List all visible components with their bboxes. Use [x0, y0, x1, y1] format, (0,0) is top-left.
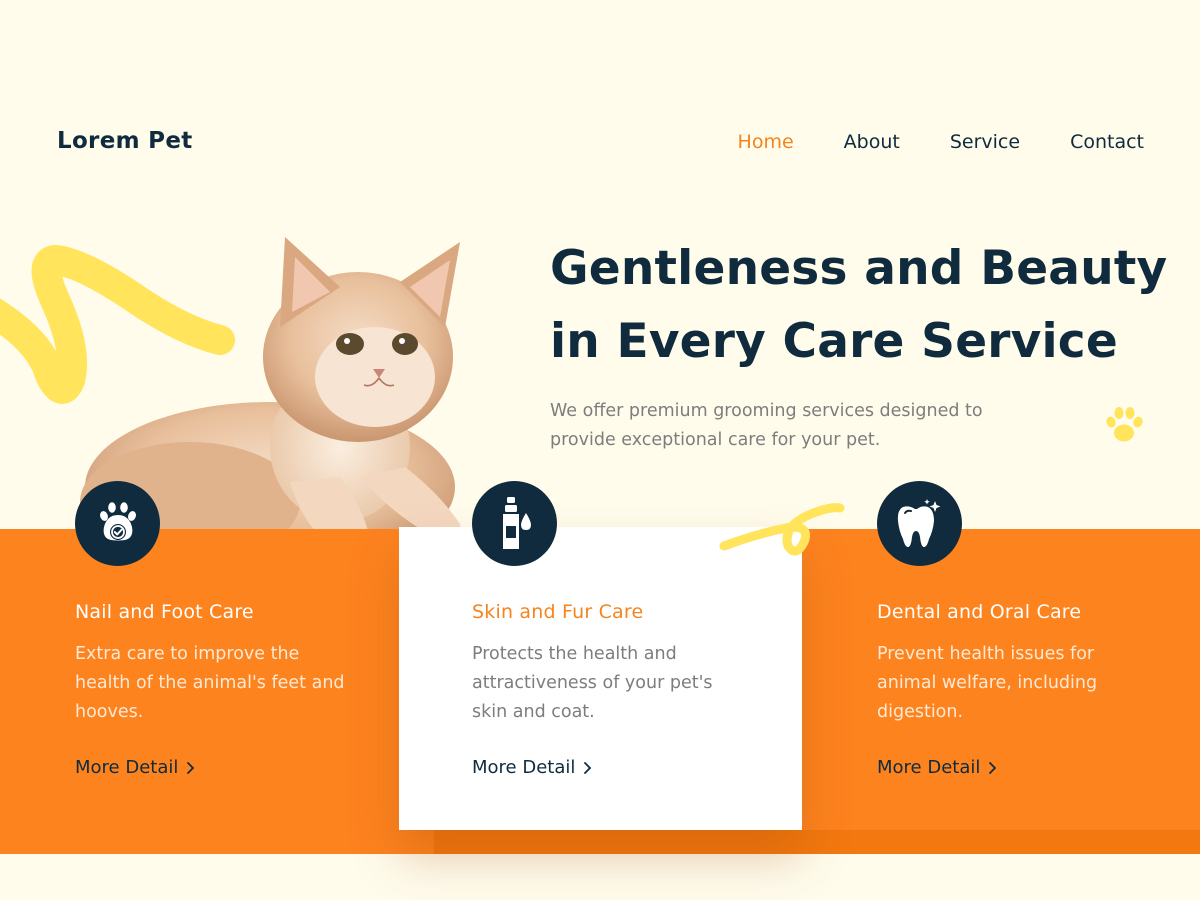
more-detail-label: More Detail — [472, 757, 576, 778]
service-icon-circle — [877, 481, 962, 566]
service-description: Prevent health issues for animal welfare… — [877, 644, 1098, 722]
tooth-sparkle-icon — [897, 498, 940, 547]
chevron-right-icon — [584, 761, 592, 774]
chevron-right-icon — [187, 761, 195, 774]
nav-service[interactable]: Service — [950, 131, 1020, 153]
brand-logo[interactable]: Lorem Pet — [57, 128, 193, 154]
nav-home[interactable]: Home — [738, 131, 794, 153]
paw-icon — [1106, 407, 1143, 442]
more-detail-label: More Detail — [877, 757, 981, 778]
hero-subtitle-line2: provide exceptional care for your pet. — [550, 430, 881, 450]
service-nail-foot-care: Nail and Foot Care Extra care to improve… — [75, 481, 375, 778]
service-description: Protects the health and attractiveness o… — [472, 644, 713, 722]
nav-about[interactable]: About — [844, 131, 900, 153]
main-nav: Home About Service Contact — [738, 131, 1144, 153]
paw-check-icon — [99, 501, 136, 540]
service-title: Skin and Fur Care — [472, 601, 644, 623]
hero-title: Gentleness and Beauty in Every Care Serv… — [550, 232, 1170, 378]
more-detail-link[interactable]: More Detail — [472, 757, 592, 778]
service-title: Dental and Oral Care — [877, 601, 1082, 623]
more-detail-link[interactable]: More Detail — [877, 757, 997, 778]
more-detail-link[interactable]: More Detail — [75, 757, 195, 778]
hero-subtitle-line1: We offer premium grooming services desig… — [550, 401, 983, 421]
service-skin-fur-care: Skin and Fur Care Protects the health an… — [472, 481, 772, 778]
service-title: Nail and Foot Care — [75, 601, 254, 623]
hero-subtitle: We offer premium grooming services desig… — [550, 397, 1050, 455]
service-description: Extra care to improve the health of the … — [75, 644, 345, 722]
band-shadow — [434, 830, 1200, 854]
bottle-drop-icon — [502, 496, 531, 549]
hero-title-line2: in Every Care Service — [550, 314, 1118, 369]
service-icon-circle — [75, 481, 160, 566]
chevron-right-icon — [989, 761, 997, 774]
hero-title-line1: Gentleness and Beauty — [550, 241, 1168, 296]
nav-contact[interactable]: Contact — [1070, 131, 1144, 153]
landing-page: Lorem Pet Home About Service Contact Gen… — [0, 0, 1200, 900]
service-icon-circle — [472, 481, 557, 566]
service-dental-oral-care: Dental and Oral Care Prevent health issu… — [877, 481, 1177, 778]
more-detail-label: More Detail — [75, 757, 179, 778]
